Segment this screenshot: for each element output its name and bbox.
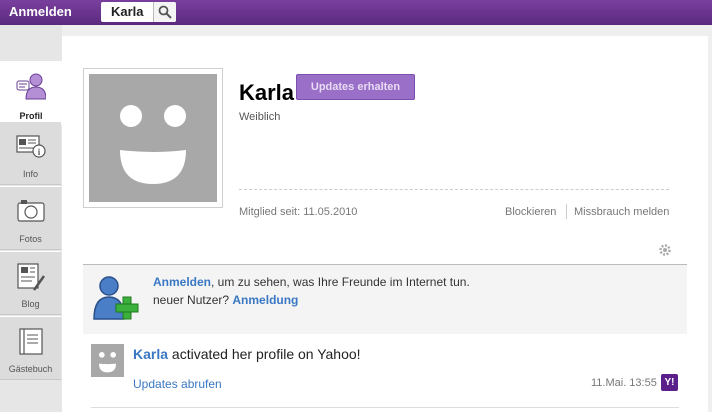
add-user-icon [93, 276, 139, 320]
sidebar-item-profil[interactable]: Profil [0, 61, 62, 125]
blog-icon [17, 263, 46, 291]
report-abuse-link[interactable]: Missbrauch melden [574, 206, 669, 218]
search-button[interactable] [153, 2, 176, 22]
sidebar-item-label: Fotos [19, 234, 42, 244]
default-avatar-image [89, 74, 217, 202]
activity-message: activated her profile on Yahoo! [168, 346, 361, 362]
profile-icon [16, 73, 46, 100]
activity-user-link[interactable]: Karla [133, 346, 168, 362]
signup-line-2: neuer Nutzer? Anmeldung [153, 293, 298, 307]
get-updates-link[interactable]: Updates abrufen [133, 377, 222, 391]
activity-avatar [91, 344, 124, 377]
signin-link[interactable]: Anmelden [9, 4, 72, 19]
sidebar-item-label: Info [22, 169, 38, 179]
smiley-face-icon [120, 105, 186, 184]
smiley-face-icon [98, 351, 117, 373]
sidebar-item-label: Gästebuch [8, 364, 53, 374]
link-separator [566, 204, 567, 219]
sidebar-item-label: Blog [21, 299, 40, 309]
gear-icon[interactable] [658, 243, 672, 257]
yahoo-badge-icon: Y! [661, 374, 678, 391]
activity-timestamp: 11.Mai. 13:55 [591, 377, 657, 389]
new-user-text: neuer Nutzer? [153, 293, 233, 307]
guestbook-icon [19, 328, 43, 355]
search-icon [158, 5, 172, 19]
sidebar: Profil i Info Fotos Blog Gästebuch [0, 25, 62, 412]
follow-updates-button[interactable]: Updates erhalten [296, 74, 415, 100]
sidebar-item-label: Profil [19, 111, 43, 121]
camera-icon [17, 200, 45, 222]
signup-text: , um zu sehen, was Ihre Freunde im Inter… [211, 275, 470, 289]
sidebar-item-fotos[interactable]: Fotos [0, 186, 61, 250]
signin-prompt-link[interactable]: Anmelden [153, 275, 211, 289]
top-bar: Anmelden Karla [0, 0, 712, 25]
divider [239, 189, 669, 190]
sidebar-item-info[interactable]: i Info [0, 121, 61, 185]
profile-gender: Weiblich [239, 111, 281, 123]
profile-avatar [83, 68, 223, 208]
register-link[interactable]: Anmeldung [232, 293, 298, 307]
block-link[interactable]: Blockieren [505, 206, 556, 218]
profile-name: Karla [239, 80, 295, 105]
search-input[interactable]: Karla [111, 4, 144, 19]
main-content: Karla Updates erhalten Weiblich Mitglied… [62, 36, 708, 412]
activity-text: Karla activated her profile on Yahoo! [133, 346, 361, 362]
sidebar-item-blog[interactable]: Blog [0, 251, 61, 315]
sidebar-item-gaestebuch[interactable]: Gästebuch [0, 316, 61, 380]
signup-line-1: Anmelden, um zu sehen, was Ihre Freunde … [153, 275, 470, 289]
info-icon: i [16, 135, 46, 158]
search-box[interactable]: Karla [101, 2, 176, 22]
signup-prompt: Anmelden, um zu sehen, was Ihre Freunde … [83, 264, 687, 334]
activity-item: Karla activated her profile on Yahoo! Up… [83, 341, 687, 411]
divider [91, 407, 679, 408]
member-since: Mitglied seit: 11.05.2010 [239, 206, 358, 218]
